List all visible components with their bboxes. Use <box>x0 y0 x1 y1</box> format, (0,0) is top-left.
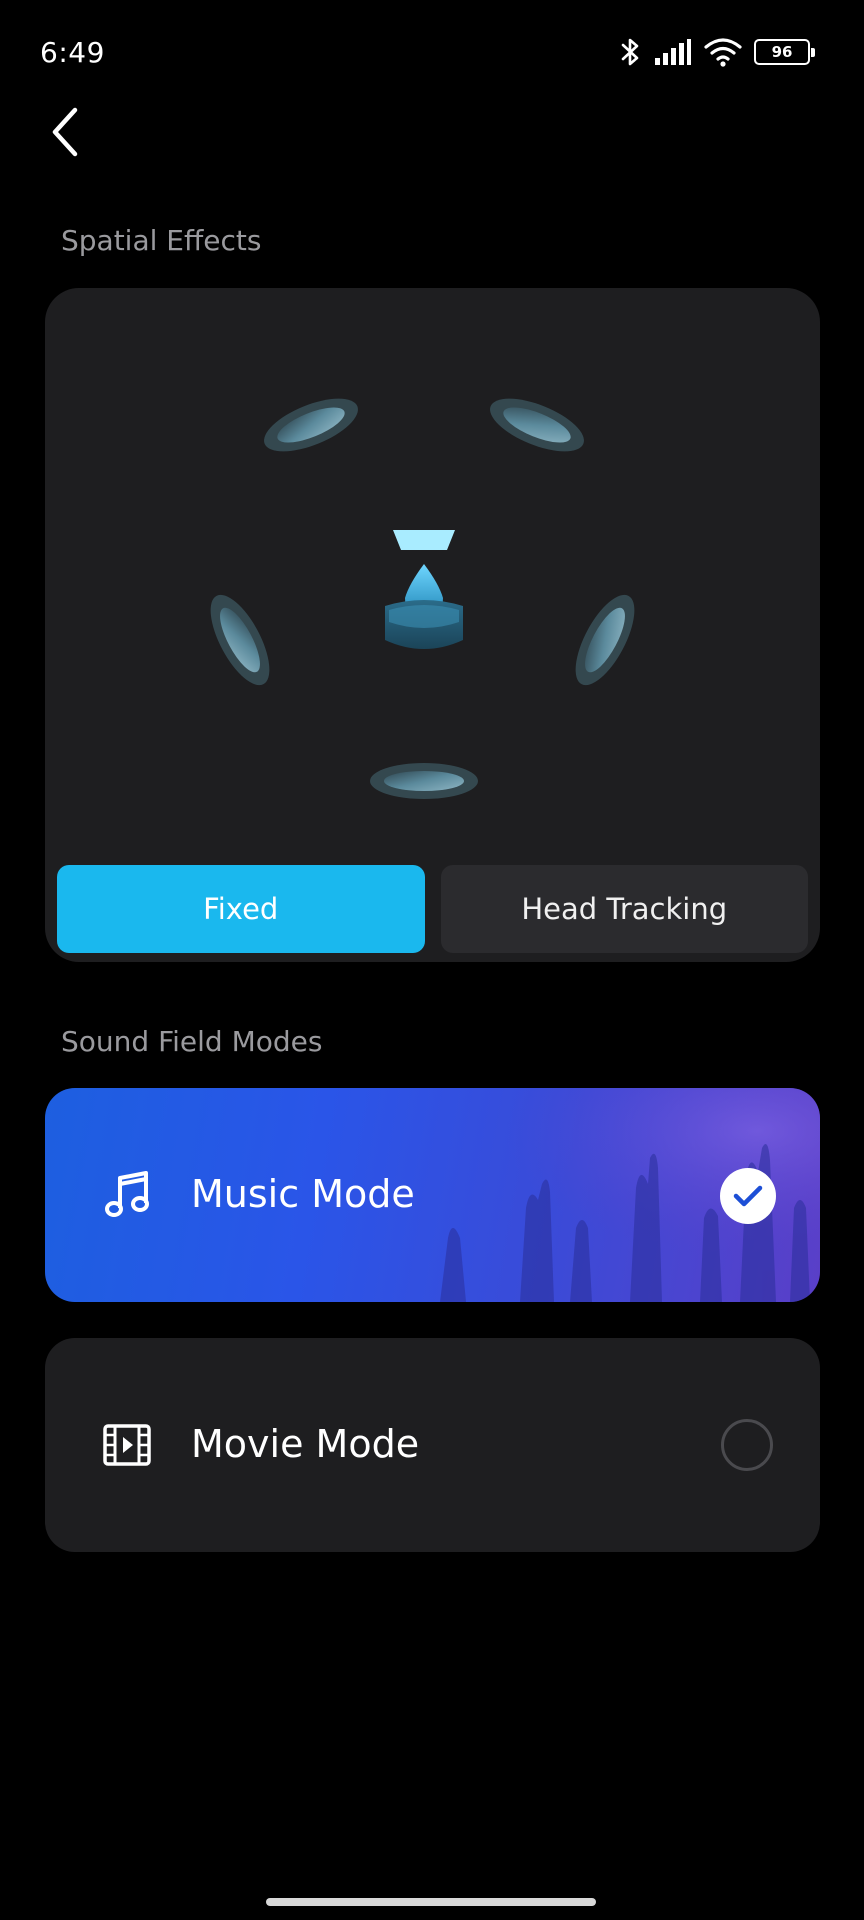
movie-mode-card[interactable]: Movie Mode <box>45 1338 820 1552</box>
battery-level: 96 <box>771 43 793 61</box>
speaker-top-right <box>490 398 584 452</box>
movie-mode-radio[interactable] <box>721 1419 773 1471</box>
status-bar: 6:49 96 <box>0 0 864 100</box>
music-mode-card[interactable]: Music Mode <box>45 1088 820 1302</box>
spatial-audio-screen: 6:49 96 Spatial Effects Fixed Head Track… <box>0 0 864 1920</box>
movie-mode-label: Movie Mode <box>191 1422 420 1466</box>
listener-figure <box>385 530 463 649</box>
film-icon <box>97 1415 157 1475</box>
status-icons: 96 <box>620 34 815 70</box>
signal-icon <box>654 38 692 66</box>
checkmark-icon <box>733 1185 763 1207</box>
battery-icon: 96 <box>754 39 815 65</box>
spatial-mode-toggle: Fixed Head Tracking <box>57 865 808 953</box>
speaker-bottom <box>370 763 478 799</box>
spatial-effects-title: Spatial Effects <box>61 224 262 257</box>
spatial-speaker-illustration <box>210 398 635 799</box>
bluetooth-icon <box>620 36 642 68</box>
music-mode-label: Music Mode <box>191 1172 415 1216</box>
speaker-right <box>575 594 635 686</box>
status-time: 6:49 <box>40 36 105 69</box>
head-tracking-button[interactable]: Head Tracking <box>440 865 808 953</box>
home-indicator[interactable] <box>266 1898 596 1906</box>
chevron-left-icon <box>52 107 78 157</box>
spatial-effects-card: Fixed Head Tracking <box>45 288 820 962</box>
fixed-button[interactable]: Fixed <box>57 865 425 953</box>
wifi-icon <box>704 37 742 67</box>
sound-field-modes-title: Sound Field Modes <box>61 1025 323 1058</box>
back-button[interactable] <box>36 100 92 164</box>
speaker-top-left <box>264 398 358 452</box>
music-note-icon <box>97 1165 157 1225</box>
speaker-left <box>210 594 270 686</box>
music-mode-check[interactable] <box>720 1168 776 1224</box>
